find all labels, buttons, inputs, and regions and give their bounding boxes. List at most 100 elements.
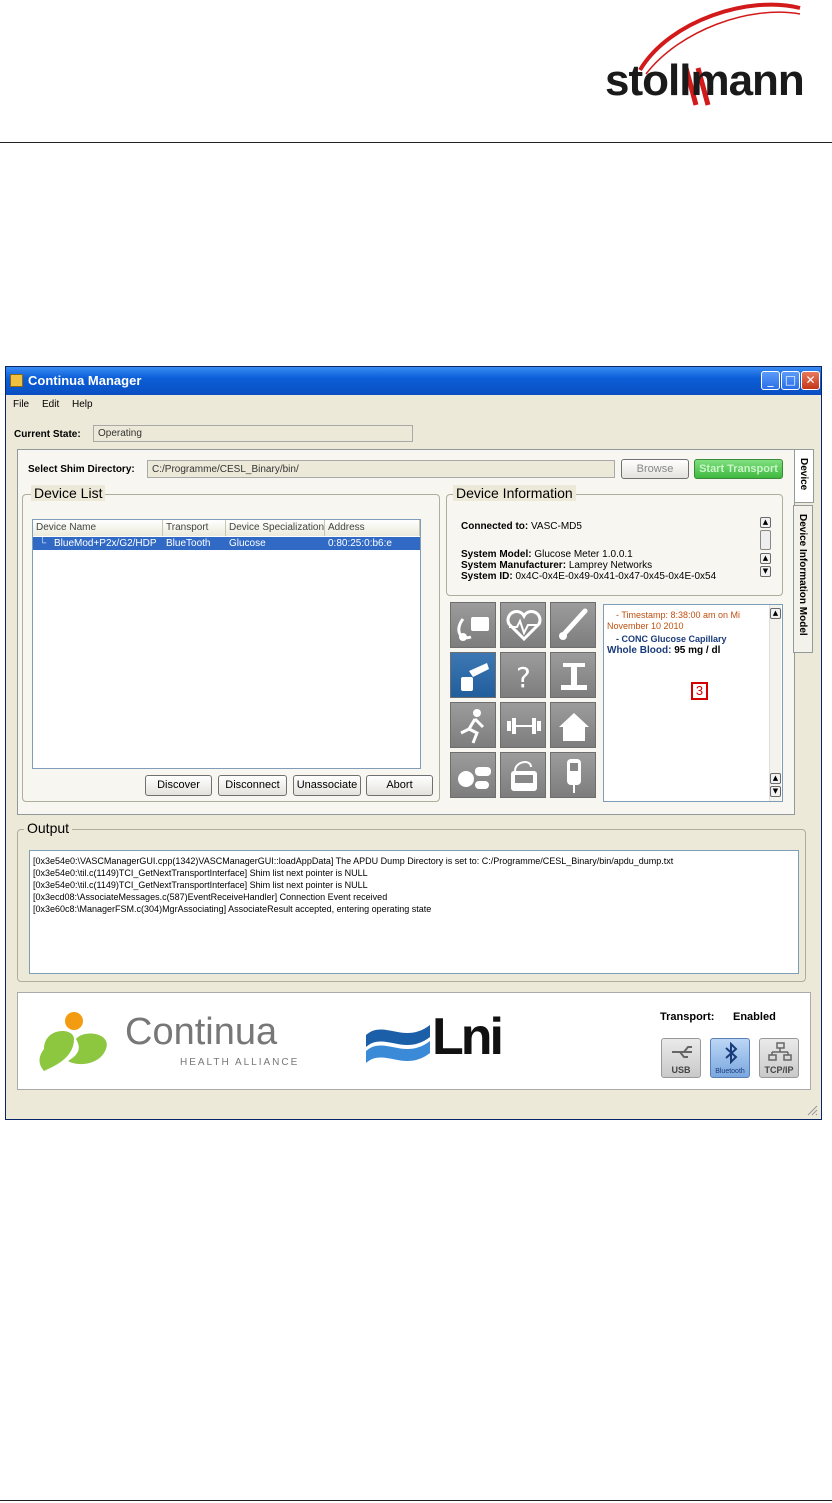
usb-transport-button[interactable]: USB bbox=[661, 1038, 701, 1078]
measurement-scroll-up-2[interactable]: ▲ bbox=[770, 773, 781, 784]
activity-tile[interactable] bbox=[450, 702, 496, 748]
continua-manager-window: Continua Manager _ □ ✕ File Edit Help Cu… bbox=[5, 366, 822, 1120]
network-icon bbox=[768, 1042, 792, 1061]
device-tab-panel: Select Shim Directory: Browse Start Tran… bbox=[17, 449, 795, 815]
medication-tile[interactable] bbox=[450, 752, 496, 798]
minimize-button[interactable]: _ bbox=[761, 371, 780, 390]
close-icon: ✕ bbox=[805, 373, 816, 387]
column-device-name[interactable]: Device Name bbox=[33, 520, 163, 536]
cell-address: 0:80:25:0:b6:e bbox=[328, 538, 392, 549]
activity-icon bbox=[460, 709, 485, 744]
menu-help[interactable]: Help bbox=[72, 399, 93, 410]
tcpip-transport-button[interactable]: TCP/IP bbox=[759, 1038, 799, 1078]
measurement-timestamp-2: November 10 2010 bbox=[607, 621, 684, 631]
log-line: [0x3ecd08:\AssociateMessages.c(587)Event… bbox=[33, 892, 388, 902]
peak-flow-tile[interactable] bbox=[550, 752, 596, 798]
continua-subtext: HEALTH ALLIANCE bbox=[180, 1057, 300, 1068]
transport-status: Enabled bbox=[733, 1011, 776, 1023]
footer-divider bbox=[0, 1500, 832, 1501]
log-line: [0x3e54e0:\VASCManagerGUI.cpp(1342)VASCM… bbox=[33, 856, 674, 866]
strength-fitness-tile[interactable] bbox=[500, 702, 546, 748]
minimize-icon: _ bbox=[767, 373, 774, 387]
usb-label: USB bbox=[671, 1065, 691, 1075]
system-id-row: System ID: 0x4C-0x4E-0x49-0x41-0x47-0x45… bbox=[461, 571, 716, 582]
connected-to-row: Connected to: VASC-MD5 bbox=[461, 521, 582, 532]
measurement-scrollbar[interactable] bbox=[769, 605, 781, 801]
cell-specialization: Glucose bbox=[229, 538, 266, 549]
unassociate-button[interactable]: Unassociate bbox=[293, 775, 361, 796]
table-row[interactable]: └ BlueMod+P2x/G2/HDP BlueTooth Glucose 0… bbox=[33, 537, 420, 550]
device-information-group: Device Information Connected to: VASC-MD… bbox=[446, 485, 783, 596]
independent-living-tile[interactable] bbox=[550, 702, 596, 748]
connected-to-value: VASC-MD5 bbox=[531, 521, 582, 532]
cell-device-name: BlueMod+P2x/G2/HDP bbox=[54, 538, 157, 549]
tab-device[interactable]: Device bbox=[794, 449, 814, 503]
output-title: Output bbox=[24, 820, 73, 836]
close-button[interactable]: ✕ bbox=[801, 371, 820, 390]
measurement-value: 95 mg / dl bbox=[674, 645, 721, 656]
lni-text: Lni bbox=[432, 1008, 504, 1066]
weighing-scale-tile[interactable] bbox=[550, 652, 596, 698]
tree-connector-icon: └ bbox=[39, 538, 47, 549]
system-model-row: System Model: Glucose Meter 1.0.0.1 bbox=[461, 549, 633, 560]
tcpip-label: TCP/IP bbox=[764, 1065, 794, 1075]
resize-grip-icon[interactable] bbox=[806, 1104, 818, 1116]
blood-pressure-icon bbox=[457, 617, 489, 641]
insulin-pump-tile[interactable] bbox=[500, 752, 546, 798]
window-title: Continua Manager bbox=[28, 373, 142, 388]
browse-button[interactable]: Browse bbox=[621, 459, 689, 479]
peak-flow-icon bbox=[567, 759, 581, 793]
unknown-device-tile[interactable]: ? bbox=[500, 652, 546, 698]
bluetooth-label: Bluetooth bbox=[715, 1068, 745, 1075]
shim-directory-label: Select Shim Directory: bbox=[28, 464, 135, 475]
title-bar[interactable]: Continua Manager _ □ ✕ bbox=[6, 367, 821, 395]
scroll-down-arrow-2[interactable]: ▼ bbox=[760, 566, 771, 577]
tab-device-label: Device bbox=[798, 458, 809, 491]
log-line: [0x3e54e0:\til.c(1149)TCI_GetNextTranspo… bbox=[33, 868, 368, 878]
measurement-label: Whole Blood: bbox=[607, 645, 672, 656]
menu-file[interactable]: File bbox=[13, 399, 29, 410]
measurement-type: - CONC Glucose Capillary bbox=[616, 634, 727, 644]
strength-fitness-icon bbox=[507, 718, 541, 734]
maximize-button[interactable]: □ bbox=[781, 371, 800, 390]
scroll-up-arrow[interactable]: ▲ bbox=[760, 517, 771, 528]
medication-icon bbox=[458, 767, 491, 789]
log-line: [0x3e60c8:\ManagerFSM.c(304)MgrAssociati… bbox=[33, 904, 432, 914]
svg-text:?: ? bbox=[516, 661, 531, 694]
header-divider bbox=[0, 142, 832, 143]
logo-text: stollmann bbox=[605, 56, 805, 105]
system-manufacturer-value: Lamprey Networks bbox=[568, 560, 653, 571]
column-address[interactable]: Address bbox=[325, 520, 420, 536]
column-device-specialization[interactable]: Device Specialization( bbox=[226, 520, 325, 536]
discover-button[interactable]: Discover bbox=[145, 775, 212, 796]
measurement-scroll-up[interactable]: ▲ bbox=[770, 608, 781, 619]
disconnect-button[interactable]: Disconnect bbox=[218, 775, 287, 796]
measurement-panel: - Timestamp: 8:38:00 am on Mi November 1… bbox=[603, 604, 783, 802]
glucose-meter-tile[interactable] bbox=[450, 652, 496, 698]
bluetooth-icon bbox=[725, 1042, 738, 1064]
thermometer-tile[interactable] bbox=[550, 602, 596, 648]
start-transport-button[interactable]: Start Transport bbox=[694, 459, 783, 479]
insulin-pump-icon bbox=[511, 761, 537, 791]
heart-rate-tile[interactable] bbox=[500, 602, 546, 648]
system-model-value: Glucose Meter 1.0.0.1 bbox=[534, 549, 633, 560]
tab-device-information-model[interactable]: Device Information Model bbox=[793, 505, 813, 653]
column-transport[interactable]: Transport bbox=[163, 520, 226, 536]
usb-icon bbox=[672, 1046, 692, 1058]
menu-edit[interactable]: Edit bbox=[42, 399, 59, 410]
output-log: [0x3e54e0:\VASCManagerGUI.cpp(1342)VASCM… bbox=[29, 850, 799, 974]
abort-button[interactable]: Abort bbox=[366, 775, 433, 796]
measurement-value-row: Whole Blood: 95 mg / dl bbox=[607, 645, 720, 657]
device-list-title: Device List bbox=[31, 485, 106, 501]
system-id-label: System ID: bbox=[461, 571, 513, 582]
measurement-scroll-down[interactable]: ▼ bbox=[770, 786, 781, 797]
shim-directory-input[interactable] bbox=[147, 460, 615, 478]
unknown-icon: ? bbox=[516, 661, 531, 694]
blood-pressure-tile[interactable] bbox=[450, 602, 496, 648]
scroll-down-arrow-1[interactable]: ▲ bbox=[760, 553, 771, 564]
bluetooth-transport-button[interactable]: Bluetooth bbox=[710, 1038, 750, 1078]
glucose-meter-icon bbox=[461, 663, 489, 691]
connected-to-label: Connected to: bbox=[461, 521, 529, 532]
scrollbar-thumb[interactable] bbox=[760, 530, 771, 550]
device-table: Device Name Transport Device Specializat… bbox=[32, 519, 421, 769]
